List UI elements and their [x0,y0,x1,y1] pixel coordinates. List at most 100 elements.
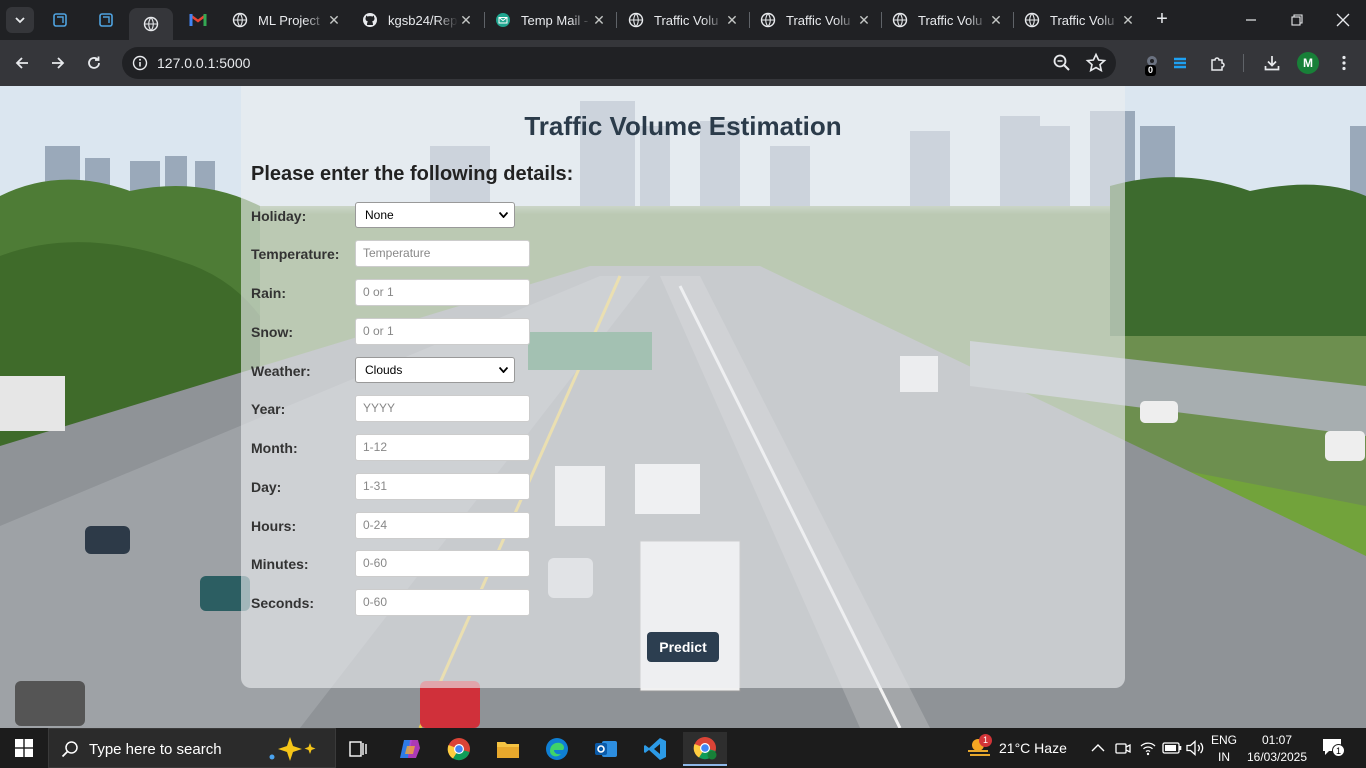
chrome-app[interactable] [437,732,481,766]
chrome-profile-app[interactable] [683,732,727,766]
globe-icon [1024,12,1040,28]
tab-title: Temp Mail - [521,12,589,28]
minutes-row: Minutes: 0-60 [251,550,551,578]
day-input[interactable]: 1-31 [355,473,530,500]
tab-ml-project[interactable]: ML Project ✕ [232,6,342,34]
year-input[interactable]: YYYY [355,395,530,422]
globe-icon [143,16,159,32]
tab-separator [881,12,882,28]
download-icon [1264,56,1280,71]
web-page: Traffic Volume Estimation Please enter t… [0,86,1366,728]
outlook-app[interactable] [584,732,628,766]
minutes-input[interactable]: 0-60 [355,550,530,577]
clock[interactable]: 01:07 16/03/2025 [1244,733,1310,764]
snow-label: Snow: [251,324,293,340]
close-tab-icon[interactable]: ✕ [988,12,1004,29]
tab-traffic-volume-4[interactable]: Traffic Volu ✕ [1024,6,1136,34]
hours-label: Hours: [251,518,297,534]
temperature-input[interactable]: Temperature [355,240,530,267]
bookmark-star-icon[interactable] [1085,52,1107,74]
battery-icon[interactable] [1162,741,1182,755]
predict-button[interactable]: Predict [647,632,719,662]
volume-icon[interactable] [1186,740,1204,756]
site-info-icon[interactable] [128,51,152,75]
browser-menu-button[interactable] [1330,49,1358,77]
snow-input[interactable]: 0 or 1 [355,318,530,345]
vscode-icon [644,738,666,760]
profile-avatar[interactable]: M [1297,52,1319,74]
weather-label: Weather: [251,363,311,379]
forward-button[interactable] [44,49,72,77]
sparkle-highlight-icon [269,737,316,761]
meet-now-icon[interactable] [1115,740,1131,756]
notification-center-button[interactable]: 1 [1322,738,1346,758]
task-view-button[interactable] [337,732,381,766]
extension-button-2[interactable] [1166,49,1194,77]
globe-icon [232,12,248,28]
weather-alert-badge: 1 [979,734,992,747]
app-icon [99,13,113,27]
back-button[interactable] [8,49,36,77]
close-tab-icon[interactable]: ✕ [591,12,607,29]
extension-count-badge: 0 [1145,65,1157,76]
minimize-button[interactable] [1228,0,1274,40]
close-window-button[interactable] [1320,0,1366,40]
edge-app[interactable] [535,732,579,766]
seconds-row: Seconds: 0-60 [251,589,551,617]
close-icon [1336,13,1350,27]
chrome-icon [447,738,470,761]
weather-select[interactable]: Clouds [355,357,515,383]
holiday-select[interactable]: None [355,202,515,228]
pinned-tab-active[interactable] [129,8,173,40]
tab-title: Traffic Volu [786,12,851,28]
tab-search-button[interactable] [6,7,34,33]
wifi-icon[interactable] [1140,740,1156,756]
url-text[interactable]: 127.0.0.1:5000 [157,55,250,71]
month-input[interactable]: 1-12 [355,434,530,461]
tab-traffic-volume-3[interactable]: Traffic Volu ✕ [892,6,1004,34]
restore-icon [1291,14,1303,26]
language-indicator[interactable]: ENG IN [1208,733,1240,764]
clock-time: 01:07 [1261,733,1293,747]
address-bar[interactable]: 127.0.0.1:5000 [122,47,1116,79]
reload-button[interactable] [80,49,108,77]
downloads-button[interactable] [1258,49,1286,77]
pinned-tab-1[interactable] [48,8,72,32]
file-explorer-app[interactable] [486,732,530,766]
tab-temp-mail[interactable]: Temp Mail - ✕ [495,6,607,34]
vscode-app[interactable] [633,732,677,766]
close-tab-icon[interactable]: ✕ [1120,12,1136,29]
tempmail-icon [496,13,510,27]
hours-row: Hours: 0-24 [251,512,551,540]
zoom-icon[interactable] [1052,53,1072,73]
temperature-row: Temperature: Temperature [251,240,551,268]
seconds-input[interactable]: 0-60 [355,589,530,616]
tab-github[interactable]: kgsb24/Rep ✕ [362,6,474,34]
kebab-menu-icon [1342,55,1346,71]
hours-input[interactable]: 0-24 [355,512,530,539]
new-tab-button[interactable]: + [1150,8,1174,32]
day-row: Day: 1-31 [251,473,551,501]
close-tab-icon[interactable]: ✕ [856,12,872,29]
pinned-tab-gmail[interactable] [186,8,210,32]
start-button[interactable] [0,728,48,768]
weather-widget[interactable]: 1 [966,734,992,765]
edge-icon [546,738,568,760]
close-tab-icon[interactable]: ✕ [724,12,740,29]
copilot-app[interactable] [388,732,432,766]
rain-input[interactable]: 0 or 1 [355,279,530,306]
tab-traffic-volume-2[interactable]: Traffic Volu ✕ [760,6,872,34]
forward-arrow-icon [52,57,65,69]
language-code: ENG [1210,733,1237,747]
folder-icon [497,742,519,758]
chevron-up-icon[interactable] [1091,742,1105,754]
restore-button[interactable] [1274,0,1320,40]
close-tab-icon[interactable]: ✕ [326,12,342,29]
pinned-tab-2[interactable] [94,8,118,32]
tab-separator [749,12,750,28]
taskbar-search-box[interactable]: Type here to search [48,728,336,768]
extensions-menu-button[interactable] [1204,49,1232,77]
weather-text: 21°C Haze [999,740,1067,756]
tab-traffic-volume-1[interactable]: Traffic Volu ✕ [628,6,740,34]
close-tab-icon[interactable]: ✕ [458,12,474,29]
